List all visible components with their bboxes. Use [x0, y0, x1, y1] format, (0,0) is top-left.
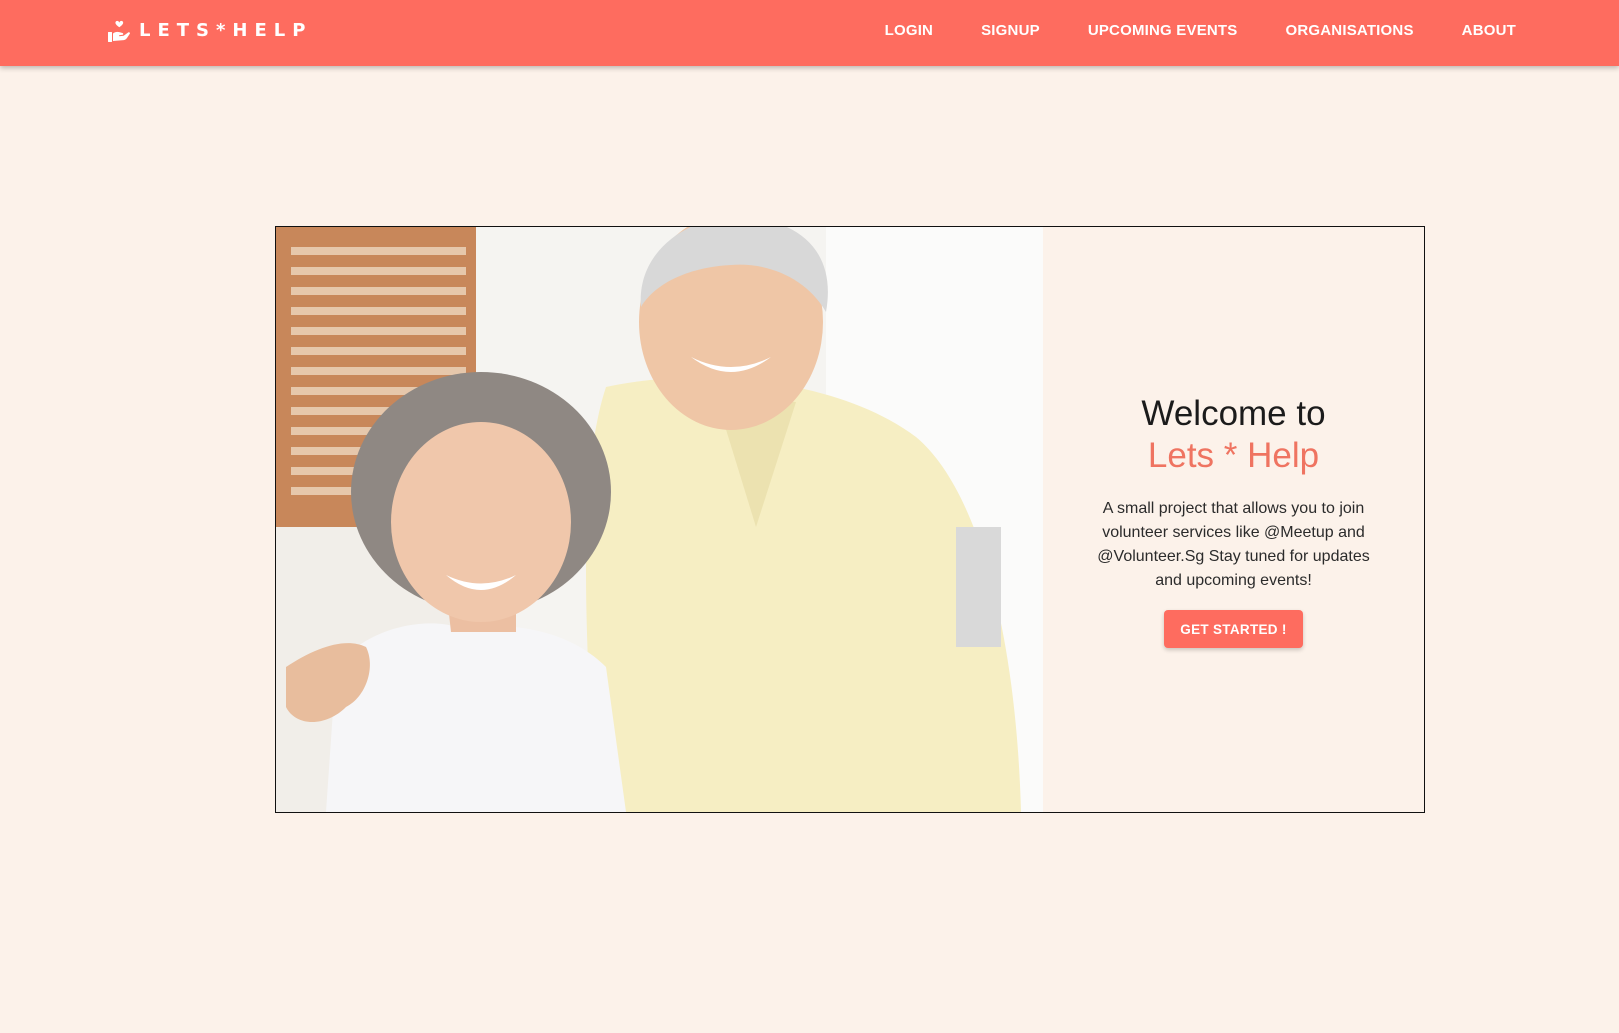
nav-links: LOGIN SIGNUP UPCOMING EVENTS ORGANISATIO…: [837, 0, 1516, 62]
nav-signup-link[interactable]: SIGNUP: [981, 22, 1040, 40]
nav-about-link[interactable]: ABOUT: [1462, 22, 1516, 40]
hero-text-panel: Welcome to Lets * Help A small project t…: [1043, 227, 1424, 812]
hero-card: Welcome to Lets * Help A small project t…: [275, 226, 1425, 813]
hero-description: A small project that allows you to join …: [1097, 500, 1370, 589]
brand-heading: Lets * Help: [1147, 436, 1320, 475]
welcome-heading: Welcome to: [1141, 394, 1326, 433]
nav-organisations-link[interactable]: ORGANISATIONS: [1286, 22, 1414, 40]
brand-logo-link[interactable]: LETS*HELP: [107, 19, 312, 43]
get-started-button[interactable]: GET STARTED !: [1164, 610, 1303, 648]
nav-upcoming-events-link[interactable]: UPCOMING EVENTS: [1088, 22, 1238, 40]
top-navbar: LETS*HELP LOGIN SIGNUP UPCOMING EVENTS O…: [0, 0, 1619, 66]
hand-holding-heart-icon: [107, 19, 131, 43]
nav-login-link[interactable]: LOGIN: [885, 22, 934, 40]
brand-name: LETS*HELP: [139, 20, 313, 41]
hero-photo: [276, 227, 1043, 812]
